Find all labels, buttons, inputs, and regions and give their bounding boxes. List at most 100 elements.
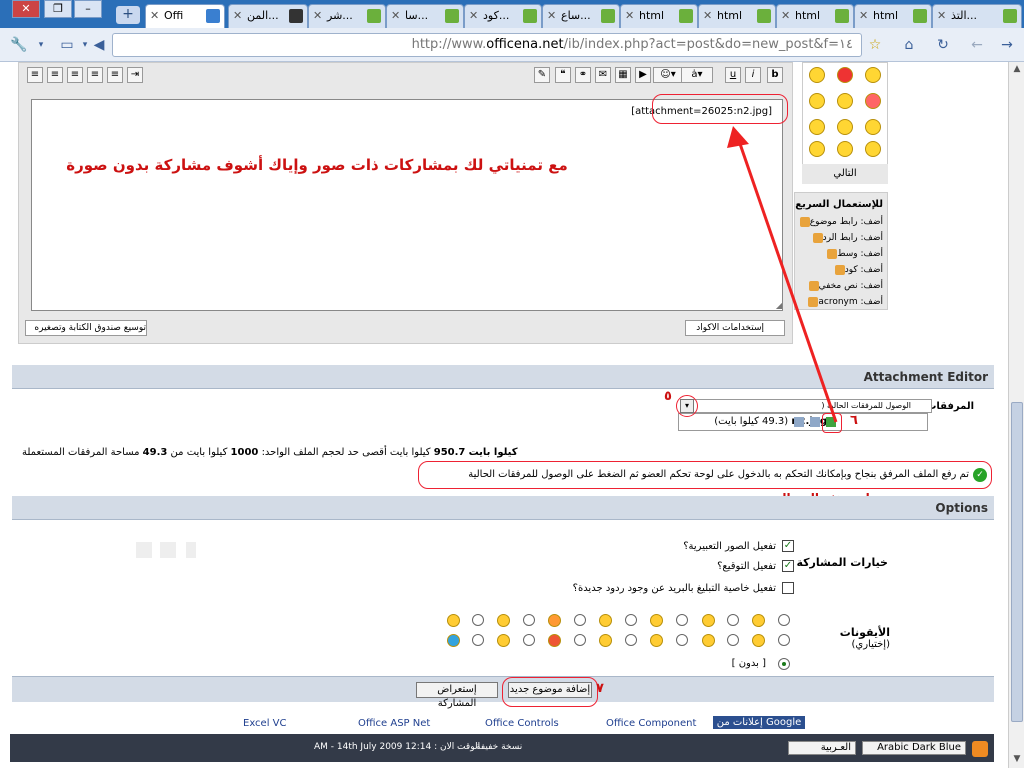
expand-editor-button[interactable]: توسيع صندوق الكتابة وتصغيره (25, 320, 147, 336)
window-restore-button[interactable]: ❐ (44, 0, 72, 18)
footer-link[interactable]: Excel VC (243, 718, 287, 729)
tab-close-icon[interactable]: ✕ (313, 9, 322, 22)
quick-item[interactable]: أضف: نص مخفي (795, 278, 887, 294)
checkbox-checked[interactable]: ✓ (782, 540, 794, 552)
post-icon-radio[interactable] (727, 614, 739, 626)
italic-button[interactable]: i (745, 67, 761, 83)
post-icon-radio[interactable] (523, 614, 535, 626)
emoticons-next-link[interactable]: التالي (802, 164, 888, 184)
tab-10[interactable]: ✕ html (854, 4, 932, 28)
tab-close-icon[interactable]: ✕ (703, 9, 712, 22)
window-close-button[interactable]: ✕ (12, 0, 40, 18)
shades-icon[interactable] (837, 141, 853, 157)
quick-item[interactable]: أضف: رابط الرد (795, 230, 887, 246)
smile-icon[interactable] (809, 67, 825, 83)
reload-icon[interactable]: ↻ (932, 36, 954, 56)
tab-3[interactable]: ✕ شر... (308, 4, 386, 28)
option-signature[interactable]: ✓ تفعيل التوقيع؟ (717, 560, 794, 572)
scrollbar-thumb[interactable] (1011, 402, 1023, 722)
wrench-dropdown-icon[interactable]: ▾ (30, 36, 52, 56)
back-icon[interactable]: ← (966, 36, 988, 56)
edit-icon[interactable] (810, 417, 820, 427)
tab-2[interactable]: ✕ المن... (228, 4, 308, 28)
post-icon-radio[interactable] (523, 634, 535, 646)
post-icon-radio[interactable] (472, 634, 484, 646)
preview-post-button[interactable]: إستعراض المشاركة (416, 682, 498, 709)
skin-select[interactable]: Arabic Dark Blue (862, 741, 966, 755)
rose-icon[interactable] (837, 67, 853, 83)
tab-5[interactable]: ✕ كود... (464, 4, 542, 28)
post-icon-radio[interactable] (625, 614, 637, 626)
spell-icon[interactable]: ✎ (534, 67, 550, 83)
language-select[interactable]: العـربية (788, 741, 856, 755)
tab-9[interactable]: ✕ html (776, 4, 854, 28)
wink-icon[interactable] (865, 67, 881, 83)
quick-item[interactable]: أضف: acronym (795, 294, 887, 310)
align-right-icon[interactable]: ≡ (107, 67, 123, 83)
post-icon-radio[interactable] (778, 634, 790, 646)
current-attachments-select[interactable]: الوصول للمرفقات الحالية ( (682, 399, 932, 413)
no-icon-radio[interactable] (778, 658, 790, 670)
laugh-icon[interactable] (865, 141, 881, 157)
go-arrow-icon[interactable]: ◀ (88, 36, 110, 56)
cheer-icon[interactable] (837, 119, 853, 135)
address-bar[interactable]: http://www.officena.net/ib/index.php?act… (112, 33, 862, 57)
tab-close-icon[interactable]: ✕ (469, 9, 478, 22)
page-scrollbar[interactable]: ▲ ▼ (1008, 62, 1024, 768)
image-icon[interactable]: ▦ (615, 67, 631, 83)
footer-link[interactable]: Office Component (606, 718, 696, 729)
quick-item[interactable]: أضف: وسط (795, 246, 887, 262)
sad-icon[interactable] (809, 93, 825, 109)
post-textarea[interactable]: [attachment=26025:n2.jpg] مع تمنياتي لك … (31, 99, 783, 311)
quick-item[interactable]: أضف: رابط موضوع (795, 214, 887, 230)
tab-close-icon[interactable]: ✕ (150, 9, 159, 22)
quick-item[interactable]: أضف: كود (795, 262, 887, 278)
hug-icon[interactable] (837, 93, 853, 109)
tab-6[interactable]: ✕ ساع... (542, 4, 620, 28)
indent-icon[interactable]: ⇥ (127, 67, 143, 83)
forward-icon[interactable]: → (996, 36, 1018, 56)
view-icon[interactable] (794, 417, 804, 427)
tab-close-icon[interactable]: ✕ (859, 9, 868, 22)
smiley-dropdown[interactable]: ☺▾ (653, 67, 683, 83)
bold-button[interactable]: b (767, 67, 783, 83)
scroll-up-icon[interactable]: ▲ (1011, 64, 1023, 76)
checkbox-checked[interactable]: ✓ (782, 560, 794, 572)
footer-link[interactable]: Office ASP Net (358, 718, 430, 729)
tab-close-icon[interactable]: ✕ (781, 9, 790, 22)
footer-link[interactable]: Office Controls (485, 718, 559, 729)
tab-close-icon[interactable]: ✕ (937, 9, 946, 22)
tab-close-icon[interactable]: ✕ (547, 9, 556, 22)
wrench-icon[interactable]: 🔧 (8, 36, 30, 56)
post-icon-radio[interactable] (727, 634, 739, 646)
tab-7[interactable]: ✕ html (620, 4, 698, 28)
grin-icon[interactable] (865, 119, 881, 135)
tab-active[interactable]: ✕ Offi (145, 4, 225, 28)
cool-icon[interactable] (809, 119, 825, 135)
quote-icon[interactable]: ❝ (555, 67, 571, 83)
tab-4[interactable]: ✕ سا... (386, 4, 464, 28)
email-icon[interactable]: ✉ (595, 67, 611, 83)
tab-8[interactable]: ✕ html (698, 4, 776, 28)
tab-close-icon[interactable]: ✕ (625, 9, 634, 22)
underline-button[interactable]: u (725, 67, 741, 83)
post-icon-radio[interactable] (574, 614, 586, 626)
code-help-button[interactable]: إستخدامات الاكواد (685, 320, 785, 336)
post-icon-radio[interactable] (778, 614, 790, 626)
think-icon[interactable] (809, 141, 825, 157)
align-left-icon[interactable]: ≡ (67, 67, 83, 83)
love-icon[interactable] (865, 93, 881, 109)
new-tab-button[interactable]: + (116, 6, 140, 24)
window-minimize-button[interactable]: – (74, 0, 102, 18)
tab-11[interactable]: ✕ التذ... (932, 4, 1022, 28)
numbered-list-icon[interactable]: ≡ (47, 67, 63, 83)
option-email-notify[interactable]: تفعيل خاصية التبليغ بالبريد عن وجود ردود… (573, 582, 794, 594)
post-icon-radio[interactable] (676, 614, 688, 626)
checkbox-unchecked[interactable] (782, 582, 794, 594)
post-icon-radio[interactable] (625, 634, 637, 646)
option-emoticons[interactable]: ✓ تفعيل الصور التعبيرية؟ (683, 540, 794, 552)
home-icon[interactable]: ⌂ (898, 36, 920, 56)
lite-version-link[interactable]: نسخة خفيفة (476, 742, 522, 752)
tab-close-icon[interactable]: ✕ (233, 9, 242, 22)
rss-icon[interactable] (972, 741, 988, 757)
